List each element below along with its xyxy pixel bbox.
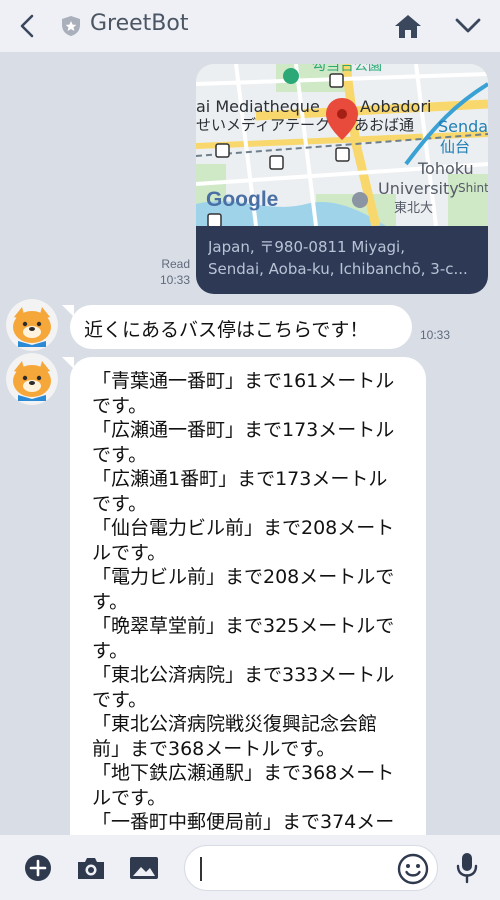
map-label-shint: Shint <box>458 181 488 195</box>
chat-area[interactable]: 勾当台公園 ai Mediatheque せいメディアテーク Aobadori … <box>0 52 500 835</box>
message-line: 「仙台電力ビル前」まで208メート <box>92 517 395 539</box>
map-address: Japan, 〒980-0811 Miyagi, Sendai, Aoba-ku… <box>196 226 488 294</box>
message-line: 「広瀬通一番町」まで173メートル <box>92 419 395 441</box>
home-icon[interactable] <box>394 13 422 39</box>
bot-avatar[interactable] <box>6 299 58 351</box>
message-line: 「晩翠草堂前」まで325メートルで <box>92 615 395 637</box>
message-input-field[interactable] <box>184 845 438 891</box>
read-receipt: Read 10:33 <box>148 256 190 288</box>
message-text: 近くにあるバス停はこちらです！ <box>84 319 369 341</box>
map-label-mediatheque-ja: せいメディアテーク <box>196 116 330 134</box>
message-line: です。 <box>92 394 148 417</box>
message-line: ルです。 <box>92 541 167 564</box>
camera-icon[interactable] <box>76 855 106 881</box>
image-icon[interactable] <box>129 855 159 881</box>
bot-avatar[interactable] <box>6 353 58 405</box>
google-logo: Google <box>206 188 278 211</box>
message-line: す。 <box>92 639 129 662</box>
map-label-sendai-ja: 仙台 <box>440 138 470 156</box>
address-line-1: Japan, 〒980-0811 Miyagi, <box>208 238 405 256</box>
message-line: です。 <box>92 492 148 515</box>
map-thumbnail[interactable]: 勾当台公園 ai Mediatheque せいメディアテーク Aobadori … <box>196 64 488 226</box>
message-line: です。 <box>92 688 148 711</box>
plus-icon[interactable] <box>24 854 52 882</box>
location-map-message[interactable]: 勾当台公園 ai Mediatheque せいメディアテーク Aobadori … <box>196 64 488 294</box>
message-line: 「東北公済病院」まで333メートル <box>92 664 395 686</box>
map-label-park: 勾当台公園 <box>312 64 382 74</box>
shield-badge-icon <box>62 16 80 36</box>
map-label-tohoku-en: Tohoku <box>417 159 474 178</box>
message-line: ルです。 <box>92 786 167 809</box>
message-input[interactable] <box>203 854 393 882</box>
input-bar <box>0 835 500 900</box>
map-label-university-en: University <box>378 179 459 198</box>
message-time: 10:33 <box>420 328 451 342</box>
mic-icon[interactable] <box>455 852 479 884</box>
message-line: 「地下鉄広瀬通駅」まで368メート <box>92 762 395 784</box>
message-line: 「広瀬通1番町」まで173メートル <box>92 468 388 490</box>
emoji-icon[interactable] <box>397 853 429 885</box>
read-label: Read <box>161 257 190 271</box>
bot-message[interactable]: 「青葉通一番町」まで161メートル です。 「広瀬通一番町」まで173メートル … <box>70 357 426 835</box>
back-icon[interactable] <box>16 14 40 38</box>
message-line: 「一番町中郵便局前」まで374メー <box>92 811 395 833</box>
map-label-aobadori-en: Aobadori <box>360 97 431 116</box>
map-label-sendai-en: Senda <box>438 117 488 136</box>
chat-title: GreetBot <box>90 11 189 36</box>
message-line: 「青葉通一番町」まで161メートル <box>92 370 395 392</box>
message-line: です。 <box>92 443 148 466</box>
chat-header: GreetBot <box>0 0 500 52</box>
map-label-mediatheque-en: ai Mediatheque <box>196 97 320 116</box>
message-line: 前」まで368メートルです。 <box>92 737 336 760</box>
message-line: 「電力ビル前」まで208メートルで <box>92 566 395 588</box>
map-label-aobadori-ja: あおば通 <box>354 116 414 134</box>
bot-message[interactable]: 近くにあるバス停はこちらです！ <box>70 305 412 349</box>
message-time: 10:33 <box>159 273 190 287</box>
text-caret <box>200 857 202 881</box>
message-line: す。 <box>92 590 129 613</box>
map-label-tohoku-ja: 東北大 <box>394 200 433 216</box>
chevron-down-icon[interactable] <box>454 15 482 37</box>
message-line: 「東北公済病院戦災復興記念会館 <box>92 713 378 735</box>
address-line-2: Sendai, Aoba-ku, Ichibanchō, 3-c... <box>208 260 468 278</box>
